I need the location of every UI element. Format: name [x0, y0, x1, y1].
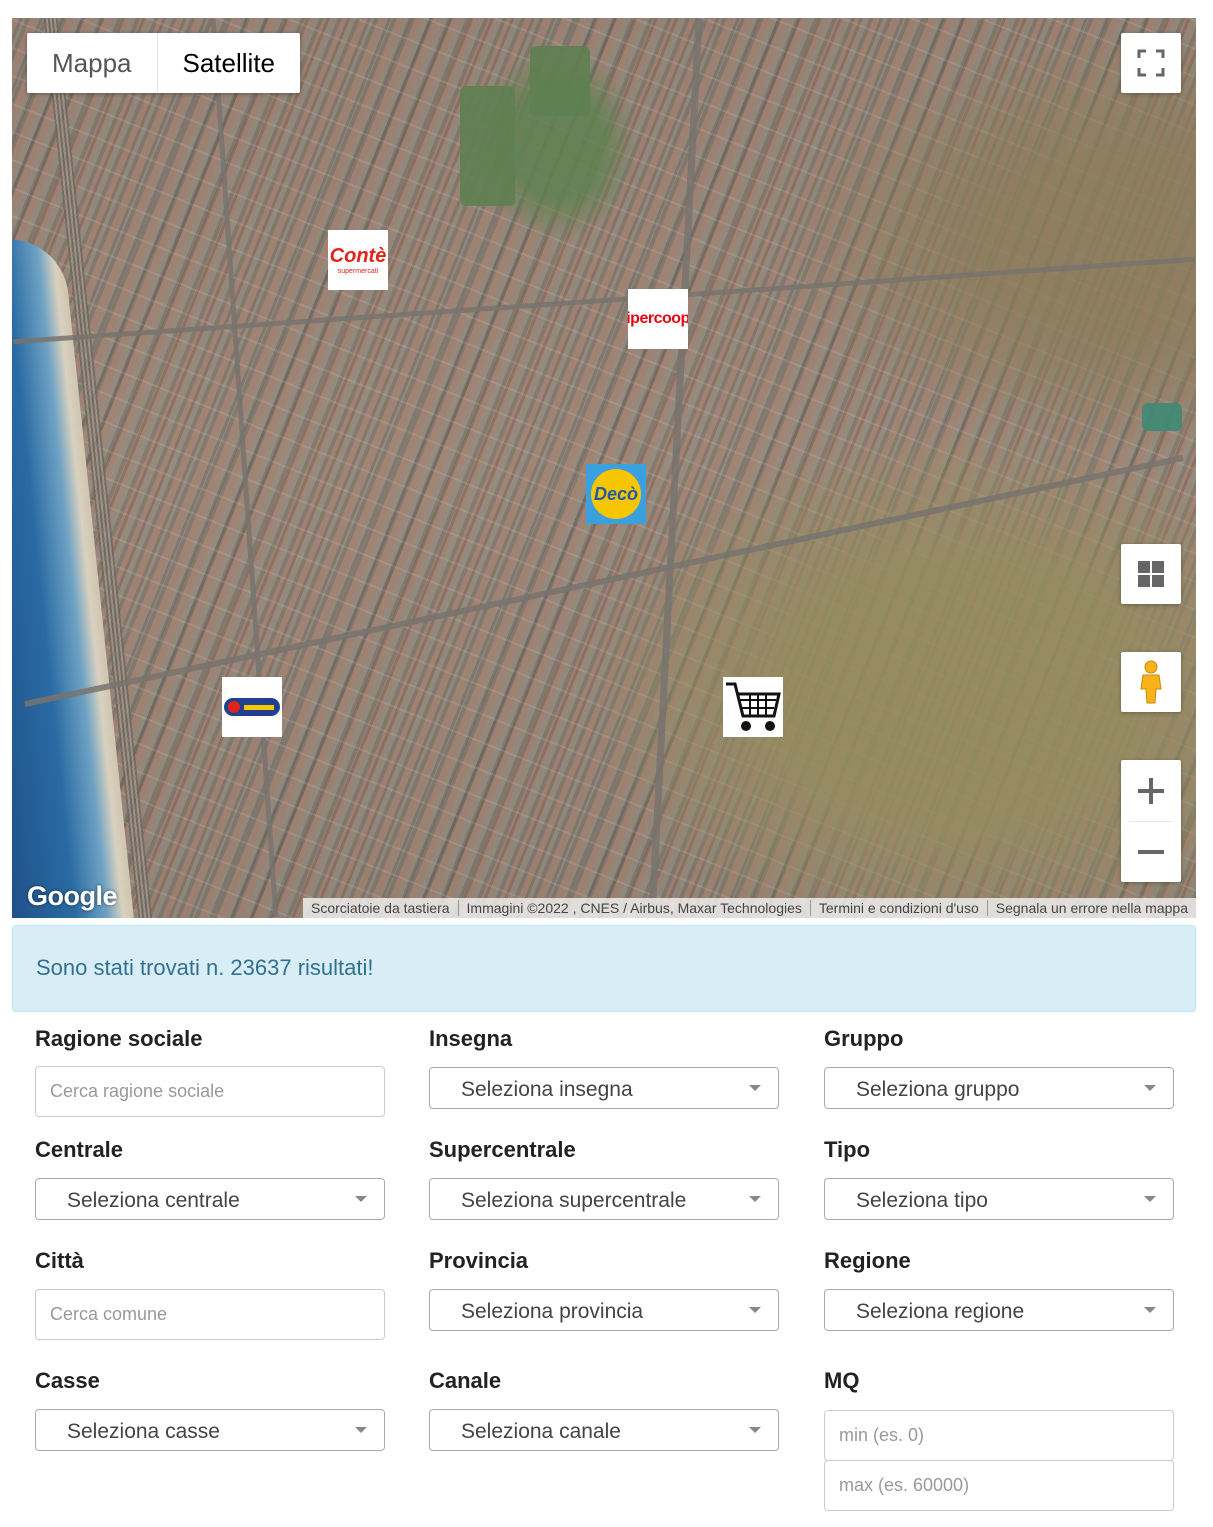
chevron-down-icon — [749, 1427, 761, 1433]
sports-field — [530, 46, 590, 116]
map-attribution: Scorciatoie da tastiera Immagini ©2022 ,… — [303, 898, 1196, 918]
centrale-label: Centrale — [35, 1137, 124, 1162]
google-logo: Google — [27, 881, 118, 911]
casse-select[interactable]: Seleziona casse — [35, 1409, 385, 1451]
map-type-satellite[interactable]: Satellite — [156, 33, 301, 93]
canale-value: Seleziona canale — [461, 1420, 621, 1443]
provincia-select[interactable]: Seleziona provincia — [429, 1289, 779, 1331]
store-marker-ipercoop[interactable]: ipercoop — [628, 289, 688, 349]
field-mq: MQ min (es. 0) max (es. 60000) — [824, 1368, 1174, 1511]
map-road — [210, 18, 279, 918]
regione-select[interactable]: Seleziona regione — [824, 1289, 1174, 1331]
canale-select[interactable]: Seleziona canale — [429, 1409, 779, 1451]
supercentrale-select[interactable]: Seleziona supercentrale — [429, 1178, 779, 1220]
zoom-control — [1121, 760, 1181, 882]
regione-label: Regione — [824, 1248, 911, 1273]
chevron-down-icon — [355, 1196, 367, 1202]
field-insegna: Insegna Seleziona insegna — [429, 1026, 779, 1109]
fullscreen-button[interactable] — [1121, 33, 1181, 93]
insegna-select[interactable]: Seleziona insegna — [429, 1067, 779, 1109]
field-centrale: Centrale Seleziona centrale — [35, 1137, 385, 1220]
sports-field — [460, 86, 515, 206]
canale-label: Canale — [429, 1368, 502, 1393]
keyboard-shortcuts-link[interactable]: Scorciatoie da tastiera — [303, 900, 458, 916]
centrale-value: Seleziona centrale — [67, 1189, 240, 1212]
insegna-label: Insegna — [429, 1026, 513, 1051]
ragione-sociale-label: Ragione sociale — [35, 1026, 203, 1051]
casse-value: Seleziona casse — [67, 1420, 220, 1443]
field-canale: Canale Seleziona canale — [429, 1368, 779, 1451]
results-alert: Sono stati trovati n. 23637 risultati! — [12, 925, 1196, 1012]
deco-logo: Decò — [591, 469, 641, 519]
sports-field — [1142, 403, 1182, 431]
mq-min-input[interactable]: min (es. 0) — [824, 1410, 1174, 1461]
field-gruppo: Gruppo Seleziona gruppo — [824, 1026, 1174, 1109]
provincia-value: Seleziona provincia — [461, 1300, 644, 1323]
report-error-link[interactable]: Segnala un errore nella mappa — [986, 900, 1196, 916]
citta-label: Città — [35, 1248, 84, 1273]
zoom-out-button[interactable] — [1121, 821, 1181, 882]
ipercoop-logo: ipercoop — [628, 310, 688, 327]
citta-input[interactable]: Cerca comune — [35, 1289, 385, 1340]
centrale-select[interactable]: Seleziona centrale — [35, 1178, 385, 1220]
pegman-icon — [1140, 660, 1162, 704]
zoom-out-icon — [1138, 849, 1164, 854]
map-road — [648, 18, 703, 918]
street-view-button[interactable] — [1121, 652, 1181, 712]
chevron-down-icon — [749, 1085, 761, 1091]
terms-link[interactable]: Termini e condizioni d'uso — [809, 900, 987, 916]
layers-button[interactable] — [1121, 544, 1181, 604]
field-tipo: Tipo Seleziona tipo — [824, 1137, 1174, 1220]
imagery-credit: Immagini ©2022 , CNES / Airbus, Maxar Te… — [457, 900, 810, 916]
regione-value: Seleziona regione — [856, 1300, 1025, 1323]
store-marker-deco[interactable]: Decò — [586, 464, 646, 524]
field-regione: Regione Seleziona regione — [824, 1248, 1174, 1331]
chevron-down-icon — [1144, 1085, 1156, 1091]
map-type-control: Mappa Satellite — [27, 33, 300, 93]
gruppo-value: Seleziona gruppo — [856, 1078, 1020, 1101]
field-provincia: Provincia Seleziona provincia — [429, 1248, 779, 1331]
field-supercentrale: Supercentrale Seleziona supercentrale — [429, 1137, 779, 1220]
chevron-down-icon — [1144, 1307, 1156, 1313]
zoom-divider — [1129, 821, 1173, 822]
store-marker-generic[interactable] — [723, 677, 783, 737]
supercentrale-label: Supercentrale — [429, 1137, 576, 1162]
store-marker-conte[interactable]: Contè supermercati — [328, 230, 388, 290]
sigma-logo — [224, 698, 280, 716]
field-casse: Casse Seleziona casse — [35, 1368, 385, 1451]
ragione-sociale-input[interactable]: Cerca ragione sociale — [35, 1066, 385, 1117]
gruppo-label: Gruppo — [824, 1026, 904, 1051]
insegna-value: Seleziona insegna — [461, 1078, 633, 1101]
conte-logo: Contè — [329, 245, 387, 267]
map-type-mappa[interactable]: Mappa — [27, 33, 157, 93]
tipo-label: Tipo — [824, 1137, 871, 1162]
chevron-down-icon — [749, 1196, 761, 1202]
chevron-down-icon — [1144, 1196, 1156, 1202]
tipo-value: Seleziona tipo — [856, 1189, 988, 1212]
chevron-down-icon — [749, 1307, 761, 1313]
map-road — [13, 256, 1195, 345]
supercentrale-value: Seleziona supercentrale — [461, 1189, 687, 1212]
conte-logo-subtitle: supermercati — [337, 268, 379, 275]
casse-label: Casse — [35, 1368, 100, 1393]
field-citta: Città Cerca comune — [35, 1248, 385, 1340]
mq-label: MQ — [824, 1368, 860, 1393]
zoom-in-icon — [1138, 777, 1164, 804]
tipo-select[interactable]: Seleziona tipo — [824, 1178, 1174, 1220]
gruppo-select[interactable]: Seleziona gruppo — [824, 1067, 1174, 1109]
zoom-in-button[interactable] — [1121, 760, 1181, 821]
grid-icon — [1138, 561, 1164, 587]
satellite-map[interactable]: Mappa Satellite Contè supermercati iperc… — [12, 18, 1196, 918]
fullscreen-icon — [1137, 49, 1165, 77]
provincia-label: Provincia — [429, 1248, 529, 1273]
field-ragione-sociale: Ragione sociale Cerca ragione sociale — [35, 1026, 385, 1117]
store-marker-sigma[interactable] — [222, 677, 282, 737]
mq-max-input[interactable]: max (es. 60000) — [824, 1460, 1174, 1511]
shopping-cart-icon — [726, 682, 781, 731]
chevron-down-icon — [355, 1427, 367, 1433]
